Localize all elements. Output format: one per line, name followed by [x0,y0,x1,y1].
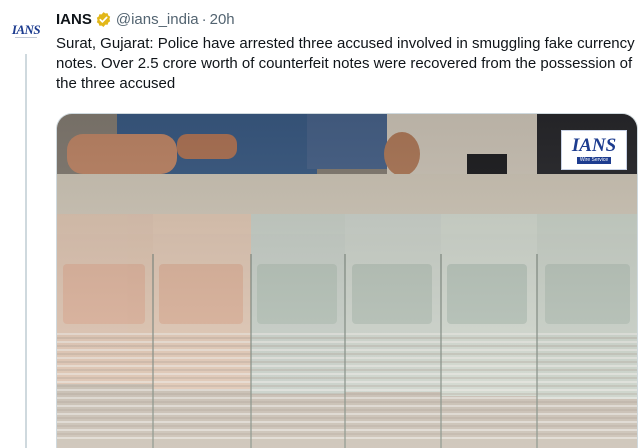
watermark-logo: IANS [571,135,617,156]
currency-stacks-photo [57,114,637,448]
watermark-subtitle: Wire Service [576,157,612,164]
tweet-header: IANS @ians_india · 20h [56,9,235,29]
verified-badge-icon[interactable] [95,11,112,28]
author-handle[interactable]: @ians_india [116,11,199,28]
avatar-logo-underline [15,37,37,38]
separator-dot: · [201,10,207,28]
tweet-media-image[interactable]: IANS Wire Service [56,113,638,448]
timestamp[interactable]: 20h [210,11,235,28]
avatar[interactable]: IANS [6,10,46,50]
avatar-logo: IANS [11,22,41,37]
ians-watermark: IANS Wire Service [561,130,627,170]
thread-line [25,54,27,448]
tweet-text: Surat, Gujarat: Police have arrested thr… [56,35,635,92]
author-name[interactable]: IANS [56,11,92,28]
